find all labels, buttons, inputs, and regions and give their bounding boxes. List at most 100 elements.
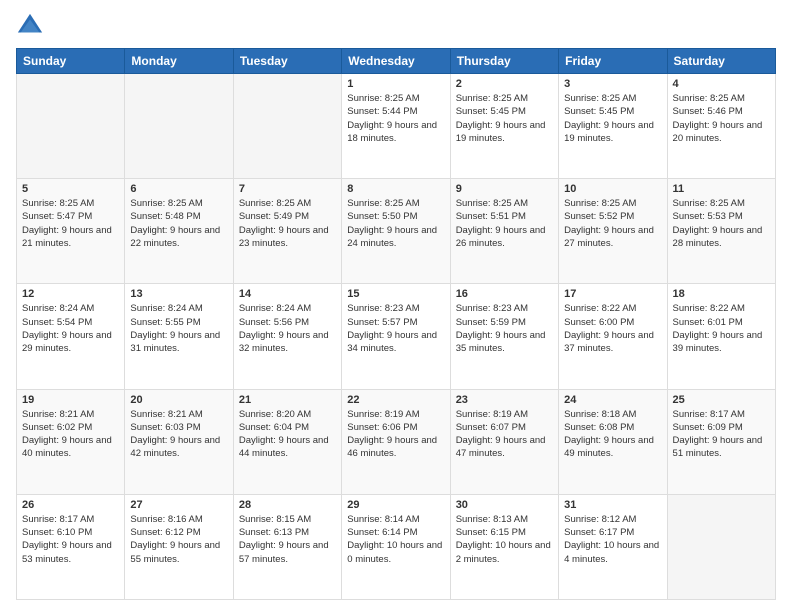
week-row-4: 19 Sunrise: 8:21 AMSunset: 6:02 PMDayligh…	[17, 389, 776, 494]
calendar-cell: 27 Sunrise: 8:16 AMSunset: 6:12 PMDayligh…	[125, 494, 233, 599]
day-number: 2	[456, 78, 553, 90]
weekday-header-monday: Monday	[125, 49, 233, 74]
day-number: 20	[130, 394, 227, 406]
day-info: Sunrise: 8:22 AMSunset: 6:01 PMDaylight:…	[673, 302, 770, 355]
day-info: Sunrise: 8:18 AMSunset: 6:08 PMDaylight:…	[564, 408, 661, 461]
calendar-cell: 26 Sunrise: 8:17 AMSunset: 6:10 PMDayligh…	[17, 494, 125, 599]
day-info: Sunrise: 8:25 AMSunset: 5:45 PMDaylight:…	[564, 92, 661, 145]
day-info: Sunrise: 8:13 AMSunset: 6:15 PMDaylight:…	[456, 513, 553, 566]
calendar-cell	[233, 74, 341, 179]
calendar-cell	[17, 74, 125, 179]
day-info: Sunrise: 8:23 AMSunset: 5:57 PMDaylight:…	[347, 302, 444, 355]
calendar-cell: 29Sunrise: 8:14 AMSunset: 6:14 PMDayligh…	[342, 494, 450, 599]
day-info: Sunrise: 8:25 AMSunset: 5:45 PMDaylight:…	[456, 92, 553, 145]
calendar-cell: 30 Sunrise: 8:13 AMSunset: 6:15 PMDayligh…	[450, 494, 558, 599]
day-number: 5	[22, 183, 119, 195]
week-row-5: 26 Sunrise: 8:17 AMSunset: 6:10 PMDayligh…	[17, 494, 776, 599]
day-number: 3	[564, 78, 661, 90]
calendar-cell: 23 Sunrise: 8:19 AMSunset: 6:07 PMDayligh…	[450, 389, 558, 494]
day-info: Sunrise: 8:23 AMSunset: 5:59 PMDaylight:…	[456, 302, 553, 355]
day-number: 17	[564, 288, 661, 300]
day-info: Sunrise: 8:22 AMSunset: 6:00 PMDaylight:…	[564, 302, 661, 355]
day-info: Sunrise: 8:25 AMSunset: 5:51 PMDaylight:…	[456, 197, 553, 250]
day-number: 4	[673, 78, 770, 90]
day-number: 30	[456, 499, 553, 511]
week-row-3: 12Sunrise: 8:24 AMSunset: 5:54 PMDayligh…	[17, 284, 776, 389]
day-number: 26	[22, 499, 119, 511]
calendar-cell	[125, 74, 233, 179]
day-info: Sunrise: 8:19 AMSunset: 6:07 PMDaylight:…	[456, 408, 553, 461]
calendar-cell: 6 Sunrise: 8:25 AMSunset: 5:48 PMDaylight…	[125, 179, 233, 284]
page: SundayMondayTuesdayWednesdayThursdayFrid…	[0, 0, 792, 612]
day-number: 21	[239, 394, 336, 406]
day-number: 24	[564, 394, 661, 406]
day-info: Sunrise: 8:25 AMSunset: 5:48 PMDaylight:…	[130, 197, 227, 250]
weekday-header-wednesday: Wednesday	[342, 49, 450, 74]
day-number: 6	[130, 183, 227, 195]
day-info: Sunrise: 8:17 AMSunset: 6:09 PMDaylight:…	[673, 408, 770, 461]
calendar-cell: 8Sunrise: 8:25 AMSunset: 5:50 PMDaylight…	[342, 179, 450, 284]
day-number: 13	[130, 288, 227, 300]
day-info: Sunrise: 8:16 AMSunset: 6:12 PMDaylight:…	[130, 513, 227, 566]
day-info: Sunrise: 8:24 AMSunset: 5:56 PMDaylight:…	[239, 302, 336, 355]
day-number: 12	[22, 288, 119, 300]
day-info: Sunrise: 8:25 AMSunset: 5:47 PMDaylight:…	[22, 197, 119, 250]
logo-icon	[16, 12, 44, 40]
calendar-table: SundayMondayTuesdayWednesdayThursdayFrid…	[16, 48, 776, 600]
day-info: Sunrise: 8:25 AMSunset: 5:46 PMDaylight:…	[673, 92, 770, 145]
calendar-cell: 13 Sunrise: 8:24 AMSunset: 5:55 PMDayligh…	[125, 284, 233, 389]
calendar-cell: 25 Sunrise: 8:17 AMSunset: 6:09 PMDayligh…	[667, 389, 775, 494]
calendar-cell: 20 Sunrise: 8:21 AMSunset: 6:03 PMDayligh…	[125, 389, 233, 494]
calendar-cell: 24 Sunrise: 8:18 AMSunset: 6:08 PMDayligh…	[559, 389, 667, 494]
calendar-cell: 31 Sunrise: 8:12 AMSunset: 6:17 PMDayligh…	[559, 494, 667, 599]
day-number: 16	[456, 288, 553, 300]
calendar-cell: 1 Sunrise: 8:25 AMSunset: 5:44 PMDaylight…	[342, 74, 450, 179]
calendar-cell: 21 Sunrise: 8:20 AMSunset: 6:04 PMDayligh…	[233, 389, 341, 494]
day-number: 11	[673, 183, 770, 195]
day-info: Sunrise: 8:14 AMSunset: 6:14 PMDaylight:…	[347, 513, 444, 566]
calendar-cell: 22 Sunrise: 8:19 AMSunset: 6:06 PMDayligh…	[342, 389, 450, 494]
weekday-header-row: SundayMondayTuesdayWednesdayThursdayFrid…	[17, 49, 776, 74]
calendar-cell: 28 Sunrise: 8:15 AMSunset: 6:13 PMDayligh…	[233, 494, 341, 599]
day-number: 25	[673, 394, 770, 406]
day-info: Sunrise: 8:15 AMSunset: 6:13 PMDaylight:…	[239, 513, 336, 566]
day-number: 9	[456, 183, 553, 195]
calendar-cell: 12Sunrise: 8:24 AMSunset: 5:54 PMDayligh…	[17, 284, 125, 389]
weekday-header-thursday: Thursday	[450, 49, 558, 74]
calendar-cell: 5 Sunrise: 8:25 AMSunset: 5:47 PMDaylight…	[17, 179, 125, 284]
day-info: Sunrise: 8:20 AMSunset: 6:04 PMDaylight:…	[239, 408, 336, 461]
calendar-cell: 4 Sunrise: 8:25 AMSunset: 5:46 PMDaylight…	[667, 74, 775, 179]
calendar-cell	[667, 494, 775, 599]
day-number: 15	[347, 288, 444, 300]
day-number: 31	[564, 499, 661, 511]
calendar-cell: 7 Sunrise: 8:25 AMSunset: 5:49 PMDaylight…	[233, 179, 341, 284]
weekday-header-tuesday: Tuesday	[233, 49, 341, 74]
calendar-cell: 3 Sunrise: 8:25 AMSunset: 5:45 PMDaylight…	[559, 74, 667, 179]
header	[16, 12, 776, 40]
calendar-cell: 19 Sunrise: 8:21 AMSunset: 6:02 PMDayligh…	[17, 389, 125, 494]
calendar-cell: 10Sunrise: 8:25 AMSunset: 5:52 PMDayligh…	[559, 179, 667, 284]
day-number: 19	[22, 394, 119, 406]
day-info: Sunrise: 8:19 AMSunset: 6:06 PMDaylight:…	[347, 408, 444, 461]
weekday-header-sunday: Sunday	[17, 49, 125, 74]
weekday-header-saturday: Saturday	[667, 49, 775, 74]
day-number: 7	[239, 183, 336, 195]
day-info: Sunrise: 8:21 AMSunset: 6:03 PMDaylight:…	[130, 408, 227, 461]
day-info: Sunrise: 8:25 AMSunset: 5:49 PMDaylight:…	[239, 197, 336, 250]
day-info: Sunrise: 8:24 AMSunset: 5:55 PMDaylight:…	[130, 302, 227, 355]
day-info: Sunrise: 8:21 AMSunset: 6:02 PMDaylight:…	[22, 408, 119, 461]
day-number: 14	[239, 288, 336, 300]
day-info: Sunrise: 8:12 AMSunset: 6:17 PMDaylight:…	[564, 513, 661, 566]
day-info: Sunrise: 8:17 AMSunset: 6:10 PMDaylight:…	[22, 513, 119, 566]
day-number: 22	[347, 394, 444, 406]
day-number: 1	[347, 78, 444, 90]
day-info: Sunrise: 8:25 AMSunset: 5:52 PMDaylight:…	[564, 197, 661, 250]
day-info: Sunrise: 8:25 AMSunset: 5:44 PMDaylight:…	[347, 92, 444, 145]
week-row-2: 5 Sunrise: 8:25 AMSunset: 5:47 PMDaylight…	[17, 179, 776, 284]
day-number: 28	[239, 499, 336, 511]
day-number: 27	[130, 499, 227, 511]
calendar-cell: 15 Sunrise: 8:23 AMSunset: 5:57 PMDayligh…	[342, 284, 450, 389]
day-number: 23	[456, 394, 553, 406]
calendar-cell: 14 Sunrise: 8:24 AMSunset: 5:56 PMDayligh…	[233, 284, 341, 389]
weekday-header-friday: Friday	[559, 49, 667, 74]
